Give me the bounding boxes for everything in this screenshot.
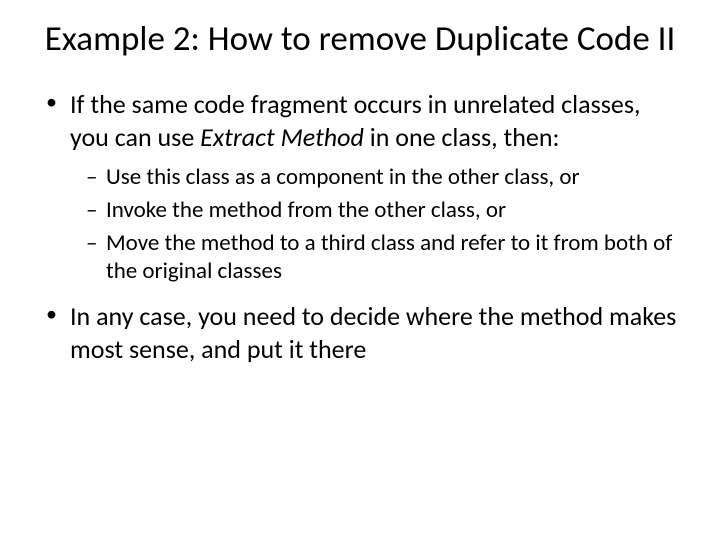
slide-title: Example 2: How to remove Duplicate Code …	[40, 18, 680, 60]
sub-bullet-item: Use this class as a component in the oth…	[86, 163, 680, 192]
main-bullet-list: If the same code fragment occurs in unre…	[40, 88, 680, 153]
main-bullet-list-2: In any case, you need to decide where th…	[40, 300, 680, 365]
bullet-text-suffix: in one class, then:	[364, 121, 560, 153]
sub-bullet-item: Move the method to a third class and ref…	[86, 229, 680, 287]
bullet-item: If the same code fragment occurs in unre…	[40, 88, 680, 153]
sub-bullet-list: Use this class as a component in the oth…	[40, 163, 680, 286]
bullet-item: In any case, you need to decide where th…	[40, 300, 680, 365]
bullet-text-italic: Extract Method	[200, 121, 364, 153]
sub-bullet-item: Invoke the method from the other class, …	[86, 196, 680, 225]
